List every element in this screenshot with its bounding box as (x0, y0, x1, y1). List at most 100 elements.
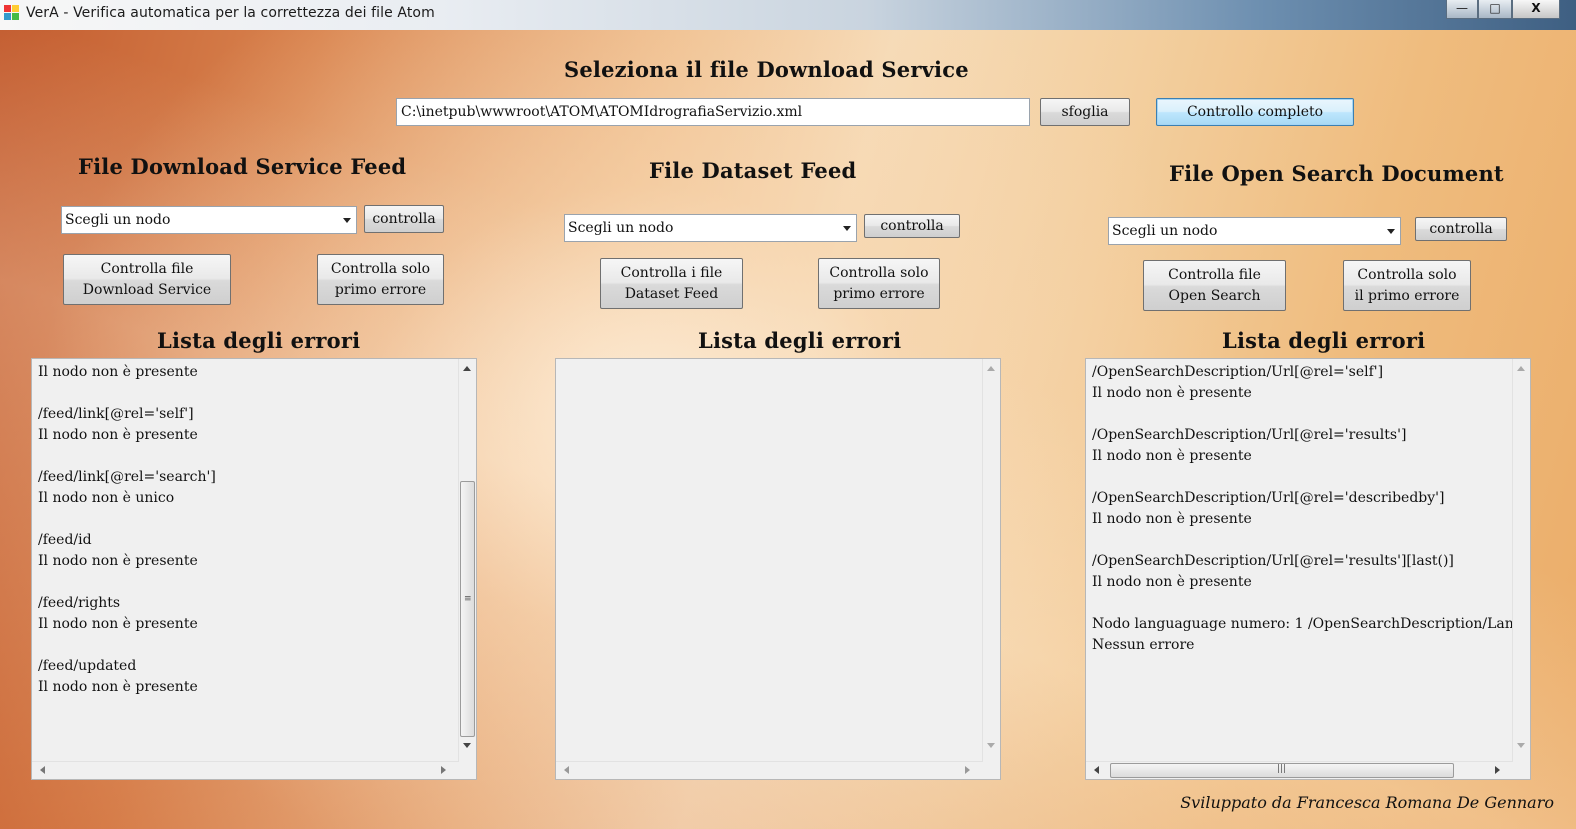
maximize-icon: □ (1489, 1, 1501, 15)
error-list-line: Nodo languaguage numero: 1 /OpenSearchDe… (1092, 616, 1514, 632)
full-check-button[interactable]: Controllo completo (1156, 98, 1354, 126)
scroll-left-icon[interactable] (40, 766, 45, 774)
dataset-errors-list[interactable] (555, 358, 1001, 780)
chevron-down-icon (1387, 229, 1395, 234)
download-check-file-line2: Download Service (82, 281, 212, 298)
error-list-line: /feed/updated (38, 658, 137, 674)
chevron-down-icon (343, 218, 351, 223)
download-check-file-button[interactable]: Controlla file Download Service (63, 254, 231, 305)
error-list-line: /OpenSearchDescription/Url[@rel='self'] (1092, 364, 1384, 380)
scroll-up-icon[interactable] (987, 366, 995, 371)
error-list-line: /OpenSearchDescription/Url[@rel='results… (1092, 427, 1407, 443)
window-title-bar[interactable]: VerA - Verifica automatica per la corret… (0, 0, 1576, 31)
opensearch-node-select[interactable]: Scegli un nodo (1108, 217, 1401, 245)
error-list-line: /feed/id (38, 532, 92, 548)
scroll-left-icon[interactable] (1094, 766, 1099, 774)
dataset-errors-vscrollbar[interactable] (982, 359, 1000, 762)
download-errors-vscrollbar[interactable]: ≡ (458, 359, 476, 762)
app-icon (4, 5, 20, 21)
error-list-line: Il nodo non è presente (38, 616, 198, 632)
download-node-select-value: Scegli un nodo (65, 212, 171, 228)
opensearch-errors-hscroll-thumb[interactable]: ||| (1110, 763, 1454, 778)
chevron-down-icon (843, 226, 851, 231)
close-button[interactable]: X (1512, 0, 1560, 19)
dataset-feed-title: File Dataset Feed (649, 158, 857, 183)
download-first-error-button[interactable]: Controlla solo primo errore (317, 254, 444, 305)
close-icon: X (1531, 1, 1541, 15)
opensearch-errors-list[interactable]: /OpenSearchDescription/Url[@rel='self'] I… (1085, 358, 1531, 780)
grip-icon: ≡ (464, 594, 472, 604)
opensearch-errors-lines: /OpenSearchDescription/Url[@rel='self'] I… (1092, 362, 1514, 656)
grip-icon: ||| (1277, 764, 1287, 774)
download-errors-title: Lista degli errori (157, 328, 361, 353)
dataset-check-node-label: controlla (880, 217, 944, 234)
scroll-down-icon[interactable] (987, 743, 995, 748)
scroll-up-icon[interactable] (1517, 366, 1525, 371)
error-list-line: Il nodo non è presente (38, 679, 198, 695)
error-list-line: Il nodo non è presente (1092, 448, 1252, 464)
dataset-check-node-button[interactable]: controlla (864, 214, 960, 238)
maximize-button[interactable]: □ (1478, 0, 1512, 19)
opensearch-errors-hscrollbar[interactable]: ||| (1086, 761, 1513, 779)
error-list-line: Il nodo non è unico (38, 490, 175, 506)
opensearch-errors-title: Lista degli errori (1222, 328, 1426, 353)
download-check-node-label: controlla (372, 210, 436, 227)
dataset-check-files-button[interactable]: Controlla i file Dataset Feed (600, 258, 743, 309)
download-errors-hscrollbar[interactable] (32, 761, 459, 779)
error-list-line: Il nodo non è presente (1092, 385, 1252, 401)
download-check-node-button[interactable]: controlla (364, 205, 444, 233)
scroll-up-icon[interactable] (463, 366, 471, 371)
scroll-right-icon[interactable] (441, 766, 446, 774)
browse-button-label: sfoglia (1061, 103, 1109, 120)
minimize-icon: — (1456, 1, 1468, 15)
main-form: Seleziona il file Download Service C:\in… (0, 30, 1576, 829)
opensearch-errors-vscrollbar[interactable] (1512, 359, 1530, 762)
error-list-line (1092, 593, 1514, 614)
dataset-errors-hscrollbar[interactable] (556, 761, 983, 779)
dataset-errors-title: Lista degli errori (698, 328, 902, 353)
download-first-error-line1: Controlla solo (330, 260, 431, 277)
dataset-first-error-button[interactable]: Controlla solo primo errore (818, 258, 940, 309)
scroll-right-icon[interactable] (1495, 766, 1500, 774)
dataset-node-select[interactable]: Scegli un nodo (564, 214, 857, 242)
dataset-node-select-value: Scegli un nodo (568, 220, 674, 236)
browse-button[interactable]: sfoglia (1040, 98, 1130, 126)
author-credit: Sviluppato da Francesca Romana De Gennar… (1180, 793, 1554, 812)
error-list-line: Il nodo non è presente (38, 553, 198, 569)
error-list-line (1092, 404, 1514, 425)
error-list-line (1092, 467, 1514, 488)
dataset-first-error-line2: primo errore (833, 285, 925, 302)
opensearch-check-file-button[interactable]: Controlla file Open Search (1143, 260, 1286, 311)
opensearch-check-node-label: controlla (1429, 220, 1493, 237)
download-errors-list[interactable]: Il nodo non è presente /feed/link[@rel='… (31, 358, 477, 780)
select-file-heading: Seleziona il file Download Service (564, 57, 969, 82)
download-errors-scroll-thumb[interactable]: ≡ (460, 481, 475, 737)
dataset-check-files-line1: Controlla i file (620, 264, 723, 281)
error-list-line: /feed/link[@rel='search'] (38, 469, 216, 485)
opensearch-first-error-line2: il primo errore (1354, 287, 1460, 304)
error-list-line: Il nodo non è presente (38, 364, 198, 380)
opensearch-check-file-line2: Open Search (1168, 287, 1261, 304)
download-errors-lines: Il nodo non è presente /feed/link[@rel='… (38, 362, 216, 698)
opensearch-node-select-value: Scegli un nodo (1112, 223, 1218, 239)
error-list-line (38, 572, 216, 593)
error-list-line: Il nodo non è presente (1092, 574, 1252, 590)
dataset-check-files-line2: Dataset Feed (624, 285, 719, 302)
file-path-field[interactable]: C:\inetpub\wwwroot\ATOM\ATOMIdrografiaSe… (396, 98, 1030, 126)
scroll-down-icon[interactable] (463, 743, 471, 748)
full-check-button-label: Controllo completo (1186, 103, 1324, 120)
error-list-line: Il nodo non è presente (38, 427, 198, 443)
scroll-left-icon[interactable] (564, 766, 569, 774)
opensearch-first-error-button[interactable]: Controlla solo il primo errore (1343, 260, 1471, 311)
error-list-line: /OpenSearchDescription/Url[@rel='results… (1092, 553, 1454, 569)
minimize-button[interactable]: — (1446, 0, 1478, 19)
error-list-line: Il nodo non è presente (1092, 511, 1252, 527)
scroll-down-icon[interactable] (1517, 743, 1525, 748)
download-node-select[interactable]: Scegli un nodo (61, 206, 357, 234)
scroll-right-icon[interactable] (965, 766, 970, 774)
opensearch-first-error-line1: Controlla solo (1357, 266, 1457, 283)
error-list-line (38, 509, 216, 530)
error-list-line (38, 383, 216, 404)
error-list-line: Nessun errore (1092, 637, 1195, 653)
opensearch-check-node-button[interactable]: controlla (1415, 217, 1507, 241)
